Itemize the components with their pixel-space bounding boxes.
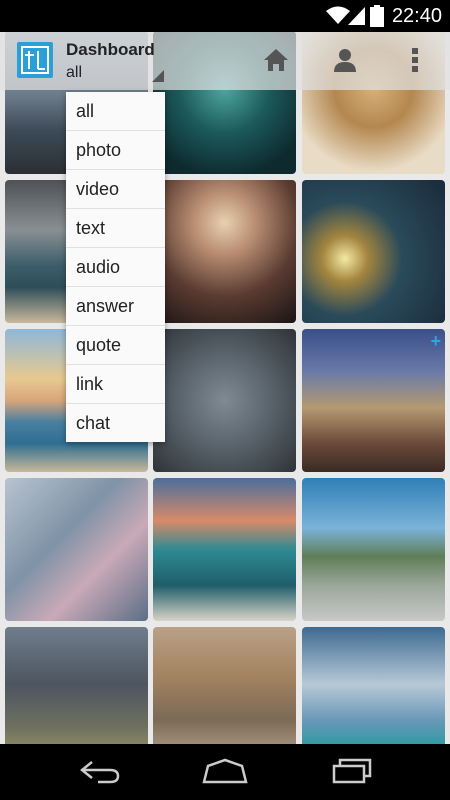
post-tile[interactable] (153, 627, 296, 744)
post-tile[interactable]: + (302, 329, 445, 472)
post-type-dropdown: all photo video text audio answer quote … (66, 92, 165, 442)
post-tile[interactable] (5, 627, 148, 744)
spinner-indicator-icon (152, 70, 164, 82)
filter-selected[interactable]: all (66, 64, 82, 82)
clock: 22:40 (391, 5, 442, 27)
status-bar: 22:40 (0, 0, 450, 32)
tumblr-logo-icon[interactable] (17, 42, 53, 78)
page-title[interactable]: Dashboard (66, 40, 155, 60)
post-tile[interactable] (302, 180, 445, 323)
battery-icon (370, 5, 384, 27)
navigation-bar (0, 744, 450, 800)
add-icon[interactable]: + (430, 331, 441, 352)
dropdown-item-quote[interactable]: quote (66, 326, 165, 365)
dropdown-item-chat[interactable]: chat (66, 404, 165, 442)
post-tile[interactable] (153, 478, 296, 621)
post-tile[interactable] (5, 478, 148, 621)
post-tile[interactable] (302, 627, 445, 744)
dropdown-item-text[interactable]: text (66, 209, 165, 248)
user-icon[interactable] (331, 46, 359, 74)
signal-icon (348, 7, 365, 25)
recent-apps-icon[interactable] (330, 756, 374, 786)
home-nav-icon[interactable] (200, 756, 250, 786)
wifi-icon (326, 6, 350, 24)
overflow-menu-icon[interactable] (409, 46, 421, 74)
back-icon[interactable] (78, 756, 122, 786)
action-bar: Dashboard all (0, 32, 450, 90)
dropdown-item-link[interactable]: link (66, 365, 165, 404)
home-icon[interactable] (262, 46, 290, 74)
dropdown-item-video[interactable]: video (66, 170, 165, 209)
dropdown-item-audio[interactable]: audio (66, 248, 165, 287)
post-tile[interactable] (153, 329, 296, 472)
dropdown-item-answer[interactable]: answer (66, 287, 165, 326)
post-tile[interactable] (302, 478, 445, 621)
dropdown-item-photo[interactable]: photo (66, 131, 165, 170)
dropdown-item-all[interactable]: all (66, 92, 165, 131)
post-tile[interactable] (153, 180, 296, 323)
